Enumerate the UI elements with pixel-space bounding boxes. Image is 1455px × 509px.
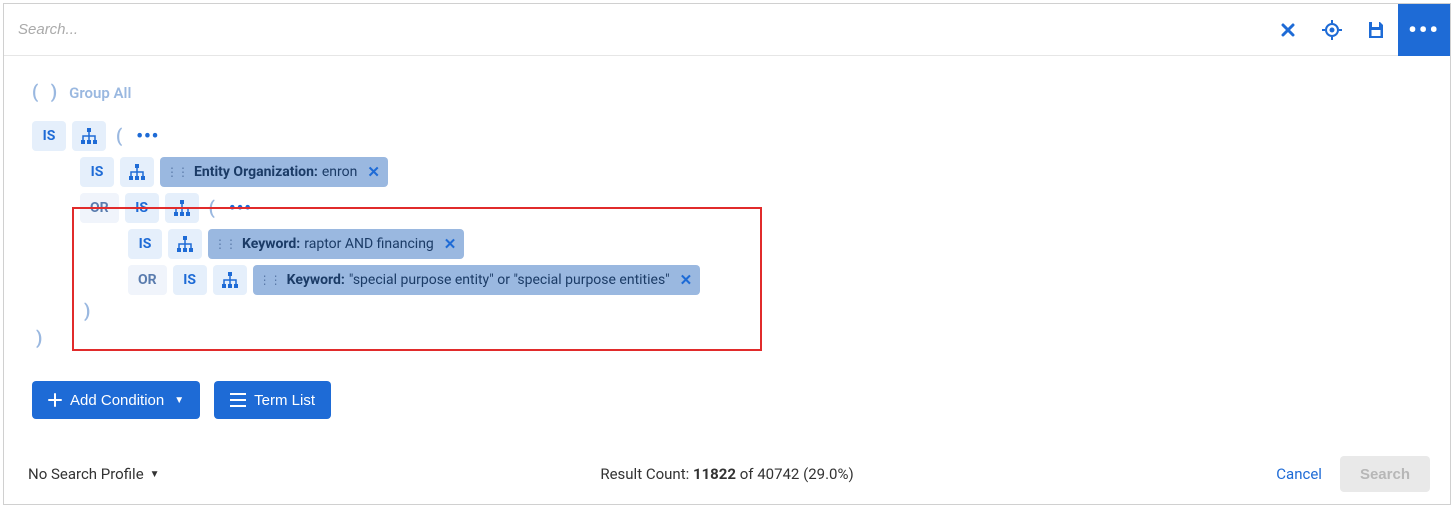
result-count-prefix: Result Count: [600,465,693,483]
clear-search-icon[interactable] [1266,4,1310,56]
result-count-suffix: of 40742 (29.0%) [736,465,854,483]
operator-is[interactable]: IS [173,265,207,295]
remove-tag-icon[interactable]: ✕ [444,235,457,253]
tag-label: Entity Organization: [194,164,318,180]
operator-is[interactable]: IS [32,121,66,151]
operator-is[interactable]: IS [80,157,114,187]
condition-tag[interactable]: ⋮⋮ Keyword: raptor AND financing ✕ [208,229,464,259]
add-condition-button[interactable]: Add Condition ▼ [32,381,200,419]
tree-icon[interactable] [168,229,202,259]
search-profile-select[interactable]: No Search Profile ▼ [28,465,160,483]
query-builder: ( ) Group All IS ( ••• IS ⋮⋮ Entity Orga… [4,56,1450,363]
actions-row: Add Condition ▼ Term List [4,373,1450,419]
condition-tag[interactable]: ⋮⋮ Entity Organization: enron ✕ [160,157,388,187]
search-button[interactable]: Search [1340,456,1430,492]
paren-close-row: ) [32,328,1422,349]
list-icon [230,393,246,407]
group-all-toggle[interactable]: ( ) Group All [32,82,1422,103]
term-list-label: Term List [254,392,315,409]
paren-close: ) [80,301,94,322]
operator-is[interactable]: IS [125,193,159,223]
row-menu-icon[interactable]: ••• [225,198,256,219]
remove-tag-icon[interactable]: ✕ [367,163,380,181]
tag-label: Keyword: [242,236,300,252]
result-count-hits: 11822 [693,465,736,483]
operator-or[interactable]: OR [80,193,119,223]
condition-tag[interactable]: ⋮⋮ Keyword: "special purpose entity" or … [253,265,701,295]
chevron-down-icon: ▼ [174,395,184,406]
condition-row: OR IS ⋮⋮ Keyword: "special purpose entit… [32,265,1422,295]
drag-handle-icon[interactable]: ⋮⋮ [166,165,188,179]
search-builder-panel: ••• ( ) Group All IS ( ••• IS ⋮⋮ Entity … [3,3,1451,505]
tree-icon[interactable] [213,265,247,295]
chevron-down-icon: ▼ [150,469,160,480]
condition-row: IS ( ••• [32,121,1422,151]
paren-open: ( [112,126,126,147]
tag-value: raptor AND financing [304,236,434,252]
search-input[interactable] [4,4,1266,55]
profile-label: No Search Profile [28,465,144,483]
group-all-label: Group All [69,84,131,102]
tag-value: enron [322,164,357,180]
save-icon[interactable] [1354,4,1398,56]
tag-label: Keyword: [287,272,345,288]
row-menu-icon[interactable]: ••• [132,126,163,147]
tree-icon[interactable] [72,121,106,151]
paren-open: ( [205,198,219,219]
paren-close-row: ) [32,301,1422,322]
paren-close: ) [32,328,46,349]
drag-handle-icon[interactable]: ⋮⋮ [259,273,281,287]
condition-row: IS ⋮⋮ Keyword: raptor AND financing ✕ [32,229,1422,259]
plus-icon [48,393,62,407]
term-list-button[interactable]: Term List [214,381,331,419]
cancel-link[interactable]: Cancel [1276,465,1322,483]
condition-row: OR IS ( ••• [32,193,1422,223]
operator-or[interactable]: OR [128,265,167,295]
tree-icon[interactable] [120,157,154,187]
add-condition-label: Add Condition [70,392,164,409]
tree-icon[interactable] [165,193,199,223]
operator-is[interactable]: IS [128,229,162,259]
condition-row: IS ⋮⋮ Entity Organization: enron ✕ [32,157,1422,187]
result-count: Result Count: 11822 of 40742 (29.0%) [600,465,853,483]
tag-value: "special purpose entity" or "special pur… [349,272,670,288]
drag-handle-icon[interactable]: ⋮⋮ [214,237,236,251]
topbar-icons: ••• [1266,4,1450,55]
remove-tag-icon[interactable]: ✕ [680,271,693,289]
target-icon[interactable] [1310,4,1354,56]
search-topbar: ••• [4,4,1450,56]
more-options-icon[interactable]: ••• [1398,4,1450,56]
footer-bar: No Search Profile ▼ Result Count: 11822 … [4,456,1450,492]
group-all-paren-icon: ( ) [32,82,61,103]
footer-right: Cancel Search [1276,456,1430,492]
